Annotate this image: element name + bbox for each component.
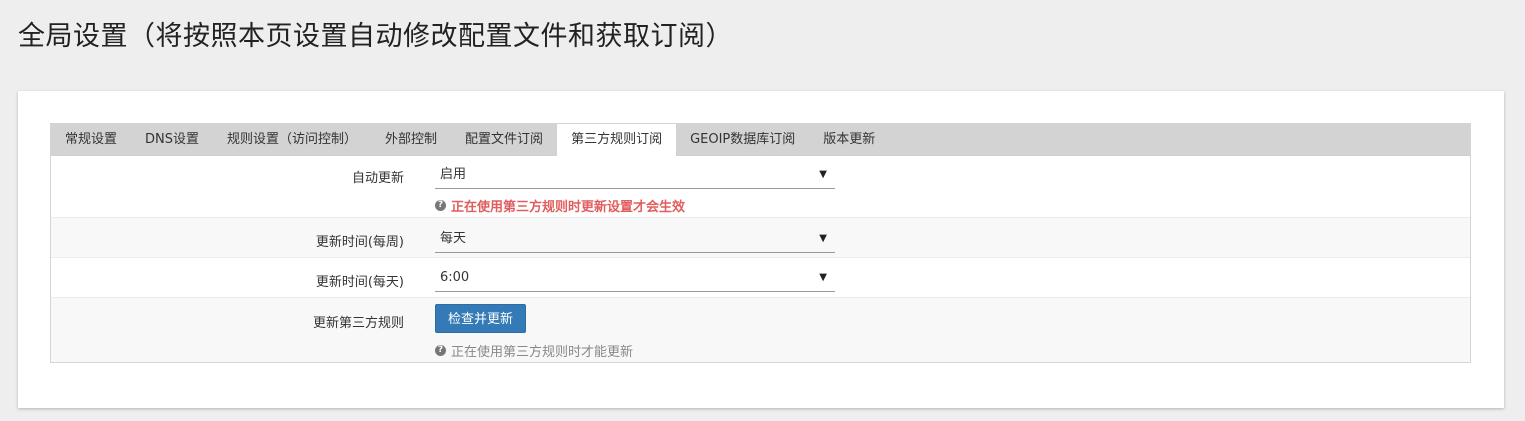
caret-down-icon: ▼	[819, 272, 827, 283]
update-rules-label: 更新第三方规则	[312, 316, 404, 331]
settings-panel: 常规设置 DNS设置 规则设置（访问控制） 外部控制 配置文件订阅 第三方规则订…	[50, 123, 1471, 363]
caret-down-icon: ▼	[819, 169, 827, 180]
auto-update-hint-text: 正在使用第三方规则时更新设置才会生效	[451, 200, 686, 215]
update-rules-row: 更新第三方规则 检查并更新 ? 正在使用第三方规则时才能更新	[51, 298, 1470, 362]
tab-geoip[interactable]: GEOIP数据库订阅	[676, 124, 809, 155]
update-day-value: 6:00	[440, 270, 470, 285]
tab-version-update[interactable]: 版本更新	[809, 124, 889, 155]
tab-rules[interactable]: 规则设置（访问控制）	[213, 124, 371, 155]
auto-update-hint: ? 正在使用第三方规则时更新设置才会生效	[435, 196, 685, 215]
tab-general[interactable]: 常规设置	[51, 124, 131, 155]
page-title: 全局设置（将按照本页设置自动修改配置文件和获取订阅）	[18, 21, 733, 52]
update-day-label: 更新时间(每天)	[315, 275, 404, 290]
tab-third-party-rules[interactable]: 第三方规则订阅	[557, 124, 677, 157]
check-and-update-button[interactable]: 检查并更新	[435, 304, 527, 333]
tab-config-subscription[interactable]: 配置文件订阅	[451, 124, 557, 155]
caret-down-icon: ▼	[819, 233, 827, 244]
update-rules-hint: ? 正在使用第三方规则时才能更新	[435, 341, 633, 360]
update-week-row: 更新时间(每周) 每天 ▼	[51, 218, 1470, 258]
question-circle-icon: ?	[435, 200, 446, 211]
update-week-value: 每天	[440, 231, 467, 246]
update-week-label: 更新时间(每周)	[315, 235, 404, 250]
tab-bar: 常规设置 DNS设置 规则设置（访问控制） 外部控制 配置文件订阅 第三方规则订…	[51, 124, 1470, 157]
tab-external-control[interactable]: 外部控制	[371, 124, 451, 155]
auto-update-select[interactable]: 启用 ▼	[435, 160, 835, 189]
update-day-select[interactable]: 6:00 ▼	[435, 263, 835, 292]
update-week-select[interactable]: 每天 ▼	[435, 224, 835, 253]
auto-update-label: 自动更新	[351, 171, 404, 186]
update-rules-hint-text: 正在使用第三方规则时才能更新	[451, 345, 634, 360]
tab-dns[interactable]: DNS设置	[131, 124, 213, 155]
question-circle-icon: ?	[435, 345, 446, 356]
update-day-row: 更新时间(每天) 6:00 ▼	[51, 258, 1470, 298]
auto-update-value: 启用	[440, 167, 467, 182]
auto-update-row: 自动更新 启用 ▼ ? 正在使用第三方规则时更新设置才会生效	[51, 156, 1470, 218]
settings-card: 常规设置 DNS设置 规则设置（访问控制） 外部控制 配置文件订阅 第三方规则订…	[18, 91, 1504, 408]
